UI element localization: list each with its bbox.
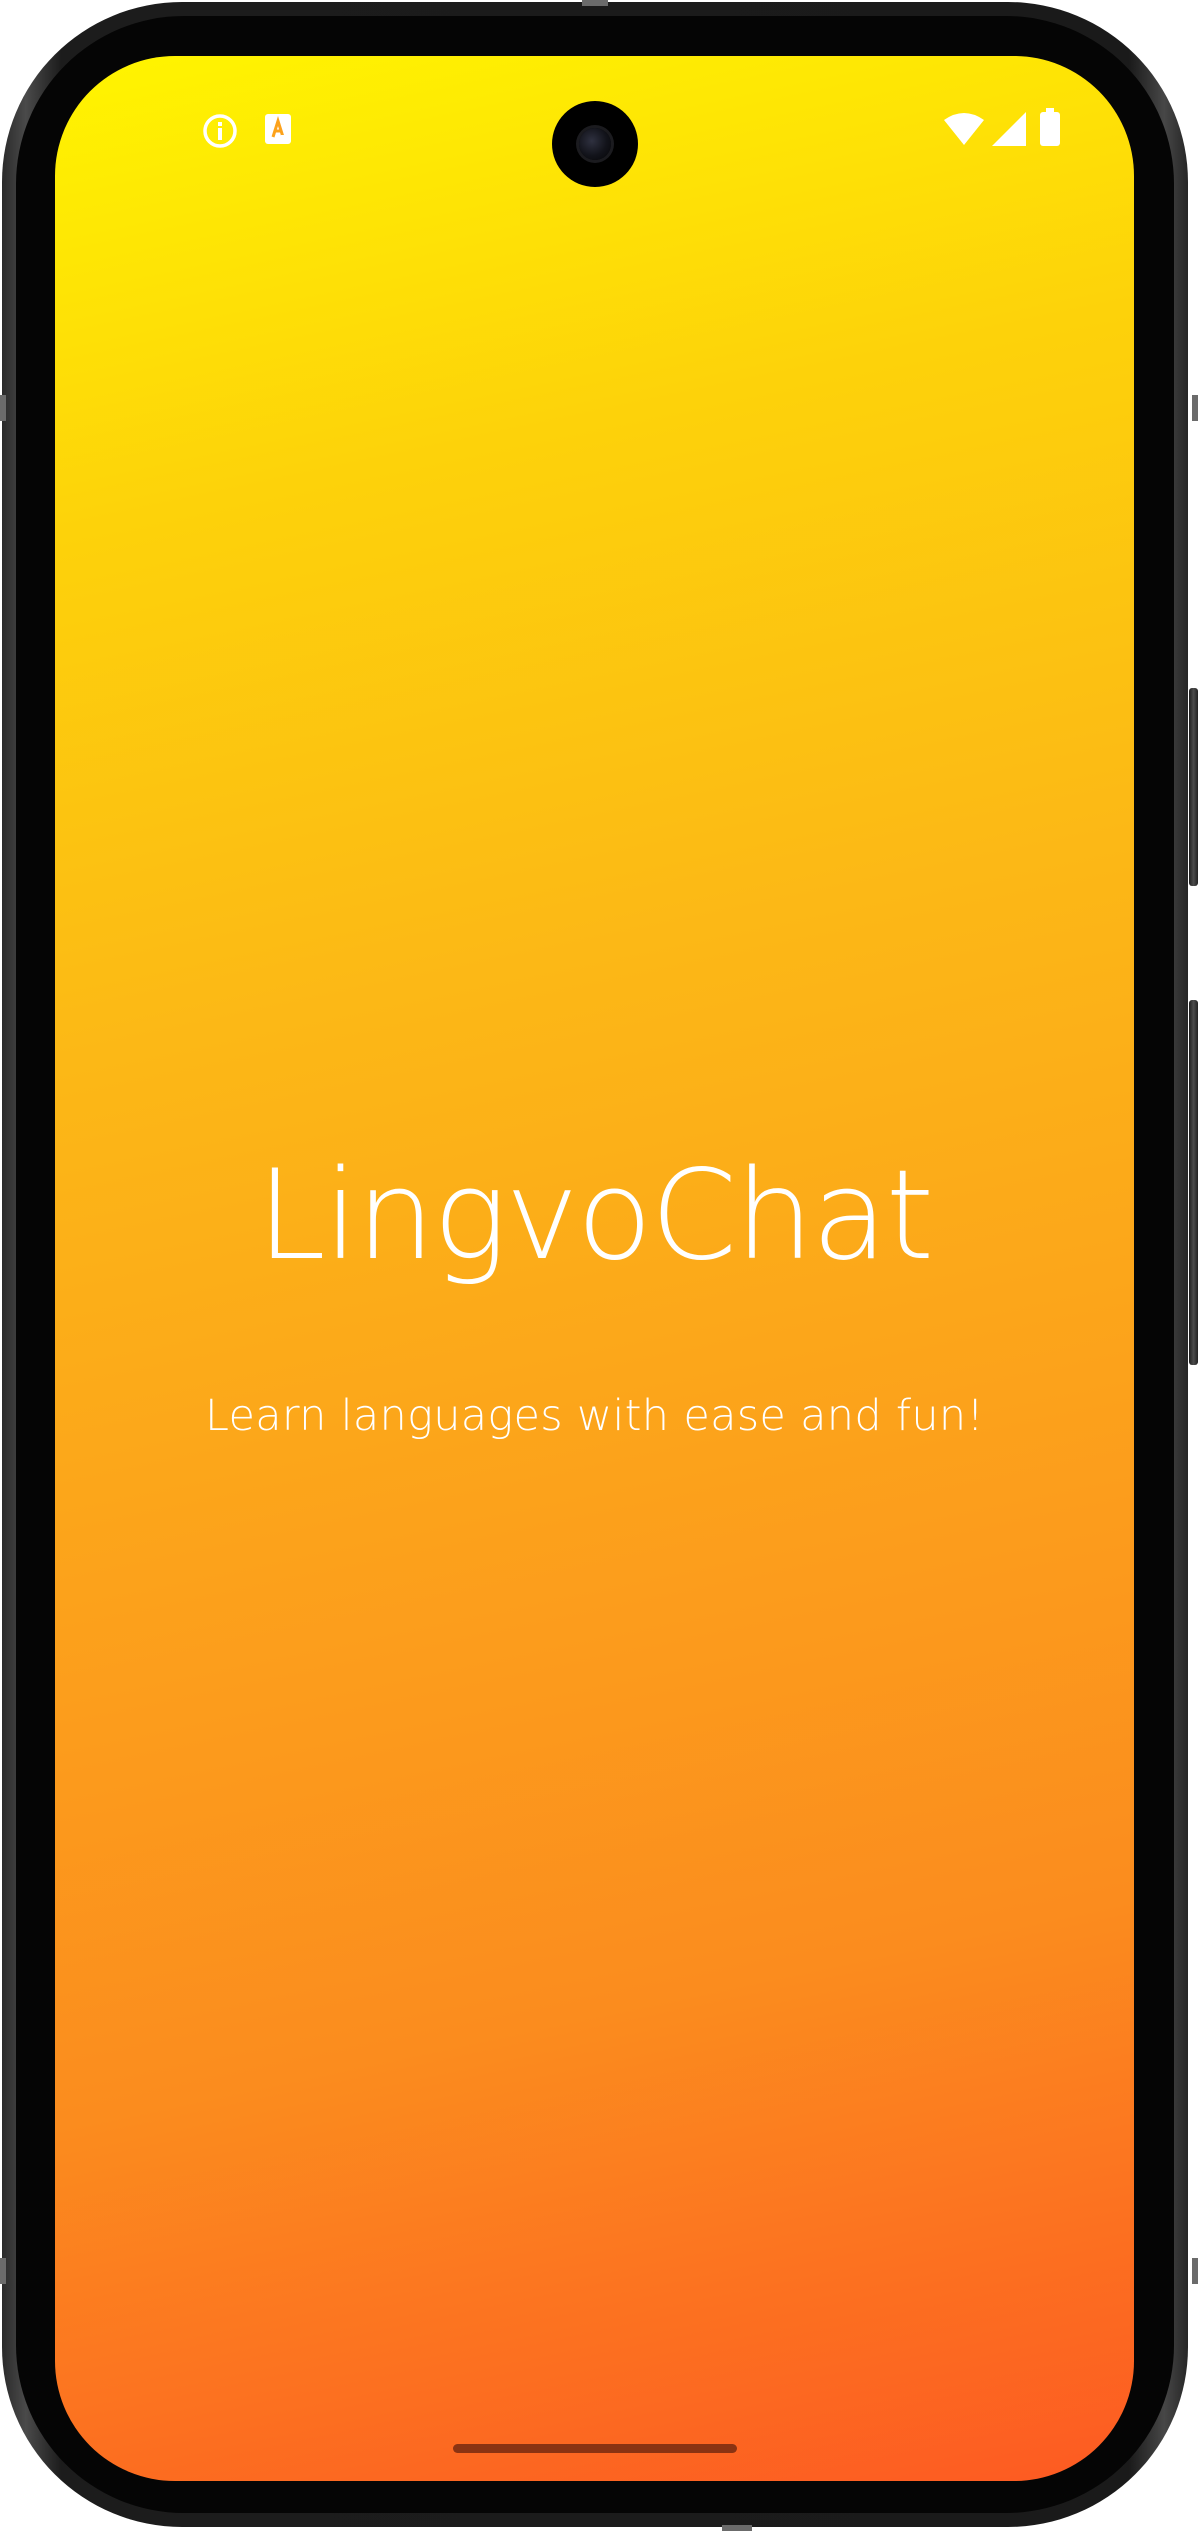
antenna-band (0, 2258, 6, 2284)
cellular-signal-icon (992, 112, 1026, 146)
antenna-band (1192, 2258, 1198, 2284)
splash-screen: LingvoChat Learn languages with ease and… (55, 56, 1134, 2481)
camera-lens (579, 128, 611, 160)
antenna-band (582, 0, 608, 6)
battery-icon (1040, 108, 1060, 146)
power-button (1189, 1000, 1198, 1365)
front-camera (552, 101, 638, 187)
antenna-band (722, 2525, 752, 2531)
antenna-band (1192, 395, 1198, 421)
info-icon (202, 113, 238, 149)
home-indicator[interactable] (453, 2444, 737, 2453)
volume-button (1189, 688, 1198, 886)
wifi-icon (944, 112, 984, 146)
app-title: LingvoChat (256, 1144, 935, 1288)
antenna-band (0, 395, 6, 421)
translate-icon (264, 113, 292, 145)
app-tagline: Learn languages with ease and fun! (204, 1391, 984, 1441)
